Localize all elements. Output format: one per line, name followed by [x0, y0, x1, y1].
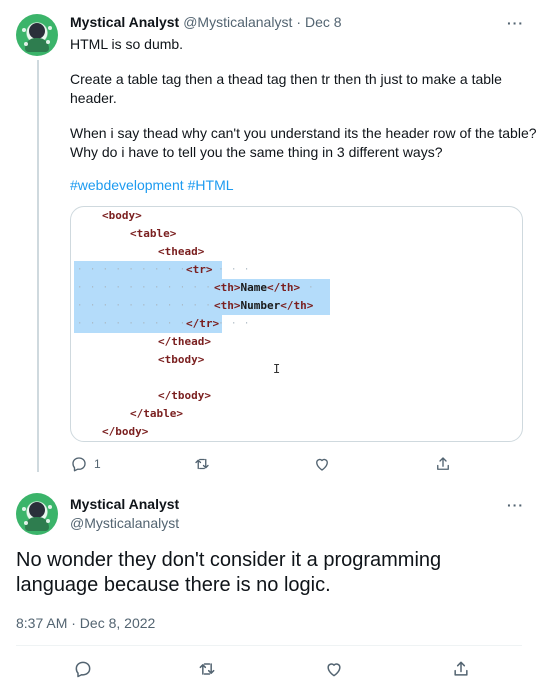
more-options-icon[interactable]: ··· — [507, 16, 524, 30]
header-separator: · — [296, 14, 302, 30]
tweet-date[interactable]: Dec 8 — [305, 14, 342, 30]
code-tag: </th> — [280, 299, 314, 312]
code-tag: </body> — [102, 425, 149, 438]
share-icon — [454, 661, 468, 676]
author-name[interactable]: Mystical Analyst — [70, 496, 179, 512]
code-line: </thead> — [158, 333, 211, 351]
code-tag: <tbody> — [158, 353, 205, 366]
like-icon — [327, 663, 341, 677]
like-icon — [316, 458, 328, 471]
code-line: </table> — [130, 405, 183, 423]
author-handle[interactable]: @Mysticalanalyst — [183, 14, 292, 30]
author-avatar[interactable] — [16, 14, 58, 56]
indent-guide: · · · · · · · · · · · · · · — [77, 319, 251, 329]
author-handle[interactable]: @Mysticalanalyst — [70, 515, 179, 531]
code-tag: <th> — [214, 281, 241, 294]
share-button[interactable] — [451, 659, 471, 679]
tweet-timestamp[interactable]: 8:37 AM · Dec 8, 2022 — [16, 615, 155, 631]
reply-button[interactable]: 1 — [70, 455, 101, 473]
retweet-icon — [199, 663, 215, 675]
tweet-text-line: HTML is so dumb. — [70, 36, 184, 52]
tweet-text-line: language because there is no logic. — [16, 574, 331, 596]
more-options-icon[interactable]: ··· — [507, 498, 524, 512]
avatar-figure — [29, 23, 45, 39]
code-tag: </th> — [267, 281, 301, 294]
avatar-dot — [48, 26, 52, 30]
tweet-text-line: No wonder they don't consider it a progr… — [16, 549, 442, 571]
avatar-dot — [46, 519, 50, 523]
tweet-header: Mystical Analyst @Mysticalanalyst · Dec … — [70, 14, 342, 30]
like-button[interactable] — [324, 659, 344, 679]
code-tag: <thead> — [158, 245, 205, 258]
divider — [16, 645, 522, 646]
code-tag: <tr> — [186, 263, 213, 276]
indent-guide: · · · · · · · · · · · · · · — [77, 265, 251, 275]
avatar-figure — [29, 502, 45, 518]
hashtag-link[interactable]: #webdevelopment — [70, 177, 184, 193]
share-icon — [437, 457, 449, 470]
avatar-dot — [48, 505, 52, 509]
code-line: <thead> — [158, 243, 204, 261]
avatar-dot — [24, 521, 28, 525]
like-button[interactable] — [313, 455, 331, 473]
reply-count: 1 — [94, 457, 101, 471]
code-tag: </tbody> — [158, 389, 211, 402]
code-line: <tr> — [186, 261, 213, 279]
code-screenshot-image[interactable]: · · · · · · · · · · · · · · · · · · · · … — [70, 206, 523, 442]
tweet-text-line: Why do i have to tell you the same thing… — [70, 144, 443, 160]
code-tag: </thead> — [158, 335, 211, 348]
code-line: </tr> — [186, 315, 219, 333]
reply-icon — [75, 661, 91, 678]
reply-icon — [72, 457, 86, 472]
text-cursor-icon: I — [273, 362, 281, 376]
thread-connector-line — [37, 60, 39, 472]
reply-button[interactable] — [73, 659, 93, 679]
code-line: <table> — [130, 225, 176, 243]
code-tag: <table> — [130, 227, 177, 240]
code-text: Number — [240, 299, 281, 312]
author-avatar[interactable] — [16, 493, 58, 535]
code-tag: </table> — [130, 407, 183, 420]
code-line: <tbody> — [158, 351, 204, 369]
code-line: <th>Name</th> — [214, 279, 300, 297]
share-button[interactable] — [434, 455, 452, 473]
code-line: </body> — [102, 423, 148, 441]
tweet-text-line: Create a table tag then a thead tag then… — [70, 71, 502, 87]
hashtag-link[interactable]: #HTML — [188, 177, 234, 193]
tweet-text-line: header. — [70, 90, 117, 106]
code-line: </tbody> — [158, 387, 211, 405]
code-tag: </tr> — [186, 317, 220, 330]
retweet-button[interactable] — [193, 455, 211, 473]
tweet-text-line: When i say thead why can't you understan… — [70, 125, 537, 141]
code-line: <th>Number</th> — [214, 297, 313, 315]
avatar-dot — [22, 28, 26, 32]
avatar-dot — [46, 40, 50, 44]
hashtags: #webdevelopment #HTML — [70, 177, 238, 193]
avatar-dot — [22, 507, 26, 511]
code-line: <body> — [102, 207, 142, 225]
retweet-icon — [195, 458, 209, 470]
retweet-button[interactable] — [197, 659, 217, 679]
tweet-text: No wonder they don't consider it a progr… — [16, 548, 516, 598]
code-text: Name — [240, 281, 268, 294]
code-tag: <th> — [214, 299, 241, 312]
code-tag: <body> — [102, 209, 142, 222]
avatar-dot — [24, 42, 28, 46]
author-name[interactable]: Mystical Analyst — [70, 14, 179, 30]
